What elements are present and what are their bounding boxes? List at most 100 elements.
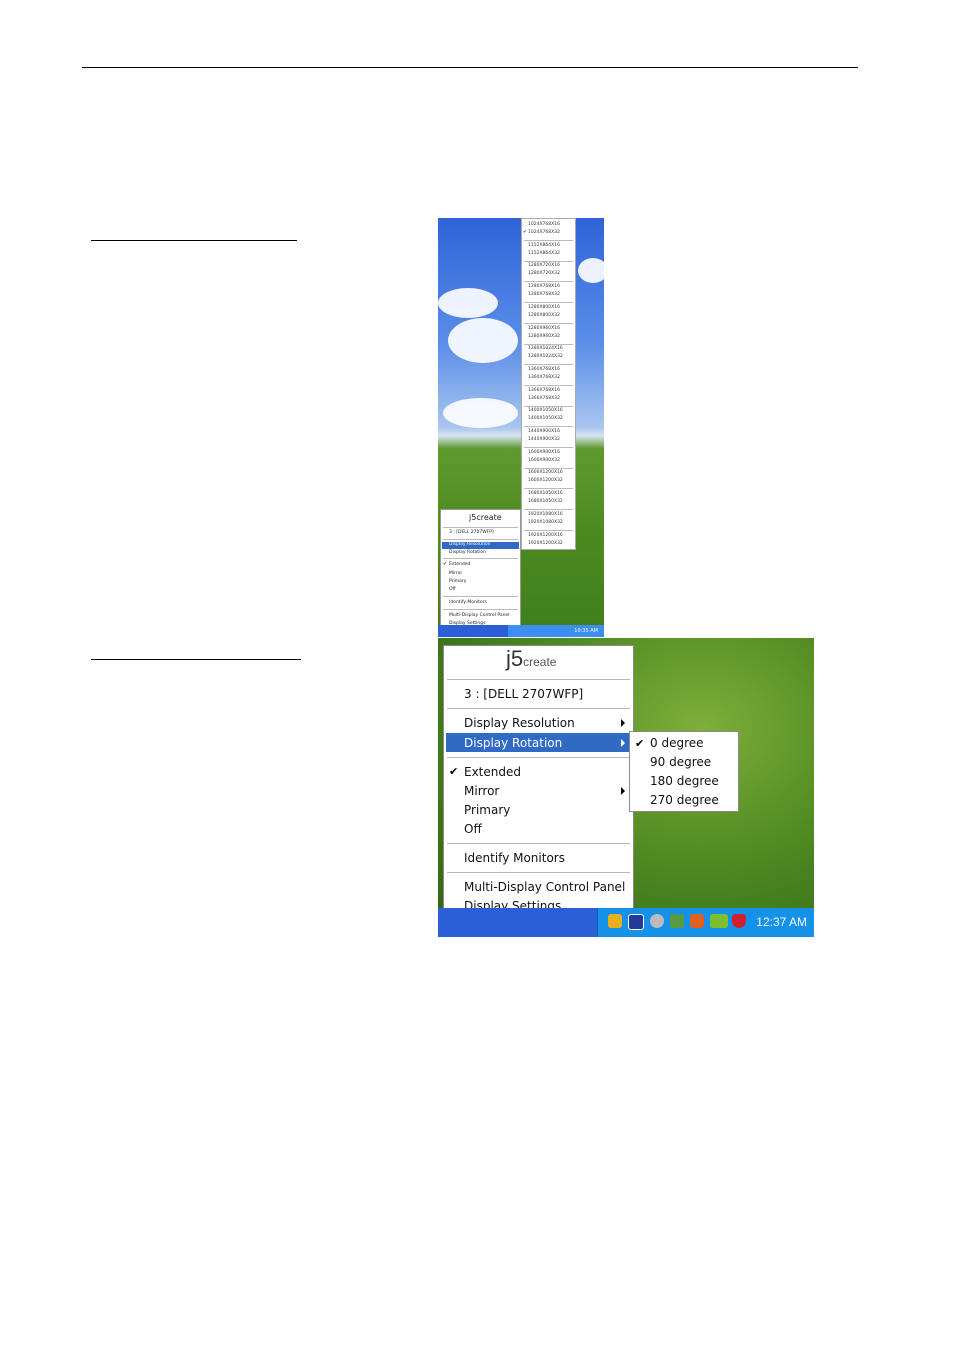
separator — [524, 426, 573, 428]
resolution-option[interactable]: 1366X768X16 — [528, 388, 560, 393]
resolution-option[interactable]: 1280X800X16 — [528, 305, 560, 310]
menu-mirror[interactable]: Mirror — [449, 571, 462, 576]
menu-display-rotation[interactable]: Display Rotation — [449, 550, 486, 555]
rotation-option[interactable]: 90 degree — [650, 754, 711, 770]
j5-context-menu: j5create 3 : [DELL 2707WFP] Display Reso… — [443, 645, 634, 918]
rotation-option[interactable]: 180 degree — [650, 773, 719, 789]
menu-mirror[interactable]: Mirror — [464, 783, 499, 799]
menu-primary[interactable]: Primary — [449, 579, 466, 584]
clock: 10:35 AM — [574, 628, 598, 634]
submenu-arrow-icon — [621, 739, 625, 747]
system-tray: 10:35 AM — [508, 625, 604, 637]
menu-identify-monitors[interactable]: Identify Monitors — [449, 600, 487, 605]
resolution-option[interactable]: 1280X960X16 — [528, 326, 560, 331]
resolution-option[interactable]: 1024X768X32 — [528, 230, 560, 235]
resolution-option[interactable]: 1440X900X16 — [528, 429, 560, 434]
speaker-disc-icon[interactable] — [650, 914, 664, 928]
clock: 12:37 AM — [756, 915, 807, 929]
j5-context-menu-small: j5create 3 : [DELL 2707WFP] Display Reso… — [440, 509, 521, 628]
monitor-label: 3 : [DELL 2707WFP] — [464, 687, 584, 701]
separator — [524, 240, 573, 241]
volume-icon[interactable] — [690, 914, 704, 928]
nvidia-icon[interactable] — [710, 914, 728, 928]
separator — [524, 488, 573, 490]
resolution-option[interactable]: 1600X1200X16 — [528, 470, 563, 475]
submenu-arrow-icon — [621, 719, 625, 727]
resolution-option[interactable]: 1920X1080X32 — [528, 520, 563, 525]
screenshot-rotation-menu: j5create 3 : [DELL 2707WFP] Display Reso… — [438, 638, 814, 937]
menu-extended[interactable]: Extended — [449, 562, 470, 567]
resolution-option[interactable]: 1360X768X16 — [528, 367, 560, 372]
resolution-option[interactable]: 1280X1024X16 — [528, 346, 563, 351]
cloud — [438, 288, 498, 318]
menu-primary[interactable]: Primary — [464, 802, 510, 818]
resolution-option[interactable]: 1920X1200X32 — [528, 541, 563, 546]
resolution-option[interactable]: 1920X1200X16 — [528, 533, 563, 538]
j5-tray-icon[interactable] — [628, 914, 644, 930]
resolution-option[interactable]: 1400X1050X16 — [528, 408, 563, 413]
menu-identify-monitors[interactable]: Identify Monitors — [464, 850, 565, 866]
check-icon: ✔ — [635, 737, 645, 750]
menu-off[interactable]: Off — [464, 821, 482, 837]
separator — [524, 447, 573, 448]
resolution-option[interactable]: 1600X900X16 — [528, 450, 560, 455]
separator — [524, 302, 573, 304]
separator — [524, 509, 573, 511]
cloud — [443, 398, 518, 428]
document-page: 1024X768X16 1024X768X32 ✔ 1152X864X16 1152X8… — [0, 0, 954, 1350]
section-underline-2 — [91, 659, 301, 660]
separator — [524, 322, 573, 324]
menu-display-resolution[interactable]: Display Resolution — [449, 542, 491, 547]
security-shield-icon[interactable] — [732, 914, 746, 928]
j5create-logo: j5create — [506, 646, 557, 671]
resolution-option[interactable]: 1280X800X32 — [528, 313, 560, 318]
resolution-option[interactable]: 1600X1200X32 — [528, 478, 563, 483]
resolution-option[interactable]: 1280X768X32 — [528, 292, 560, 297]
menu-control-panel[interactable]: Multi-Display Control Panel — [449, 613, 509, 618]
menu-display-rotation[interactable]: Display Rotation — [464, 735, 562, 751]
usb-icon[interactable] — [608, 914, 622, 928]
resolution-option[interactable]: 1152X864X32 — [528, 251, 560, 256]
resolution-submenu: 1024X768X16 1024X768X32 ✔ 1152X864X16 1152X8… — [521, 218, 576, 550]
header-rule — [82, 67, 858, 68]
resolution-option[interactable]: 1600X900X32 — [528, 458, 560, 463]
resolution-option[interactable]: 1920X1080X16 — [528, 512, 563, 517]
submenu-arrow-icon — [621, 787, 625, 795]
resolution-option[interactable]: 1280X1024X32 — [528, 354, 563, 359]
resolution-option[interactable]: 1366X768X32 — [528, 396, 560, 401]
separator — [524, 384, 573, 386]
resolution-option[interactable]: 1680X1050X16 — [528, 491, 563, 496]
resolution-option[interactable]: 1440X900X32 — [528, 437, 560, 442]
check-icon: ✔ — [443, 562, 447, 567]
resolution-option[interactable]: 1280X768X16 — [528, 284, 560, 289]
j5create-logo: j5create — [469, 513, 502, 522]
menu-control-panel[interactable]: Multi-Display Control Panel — [464, 879, 625, 895]
system-tray: 12:37 AM — [597, 908, 814, 937]
screenshot-resolution-menu: 1024X768X16 1024X768X32 ✔ 1152X864X16 1152X8… — [438, 218, 604, 637]
resolution-option[interactable]: 1360X768X32 — [528, 375, 560, 380]
check-icon: ✔ — [449, 765, 459, 778]
cloud — [448, 318, 518, 363]
resolution-option[interactable]: 1152X864X16 — [528, 243, 560, 248]
separator — [524, 281, 573, 283]
monitor-label: 3 : [DELL 2707WFP] — [449, 530, 494, 535]
separator — [524, 364, 573, 366]
resolution-option[interactable]: 1280X720X32 — [528, 271, 560, 276]
menu-extended[interactable]: Extended — [464, 764, 521, 780]
separator — [524, 260, 573, 262]
resolution-option[interactable]: 1400X1050X32 — [528, 416, 563, 421]
separator — [524, 405, 573, 407]
separator — [524, 529, 573, 531]
resolution-option[interactable]: 1280X960X32 — [528, 334, 560, 339]
resolution-option[interactable]: 1680X1050X32 — [528, 499, 563, 504]
resolution-option[interactable]: 1280X720X16 — [528, 263, 560, 268]
network-icon[interactable] — [670, 914, 684, 928]
rotation-option[interactable]: 270 degree — [650, 792, 719, 808]
separator — [524, 467, 573, 469]
rotation-option[interactable]: 0 degree — [650, 735, 704, 751]
cloud — [578, 258, 604, 283]
resolution-option[interactable]: 1024X768X16 — [528, 222, 560, 227]
section-underline-1 — [91, 240, 297, 241]
menu-off[interactable]: Off — [449, 587, 456, 592]
menu-display-resolution[interactable]: Display Resolution — [464, 715, 575, 731]
